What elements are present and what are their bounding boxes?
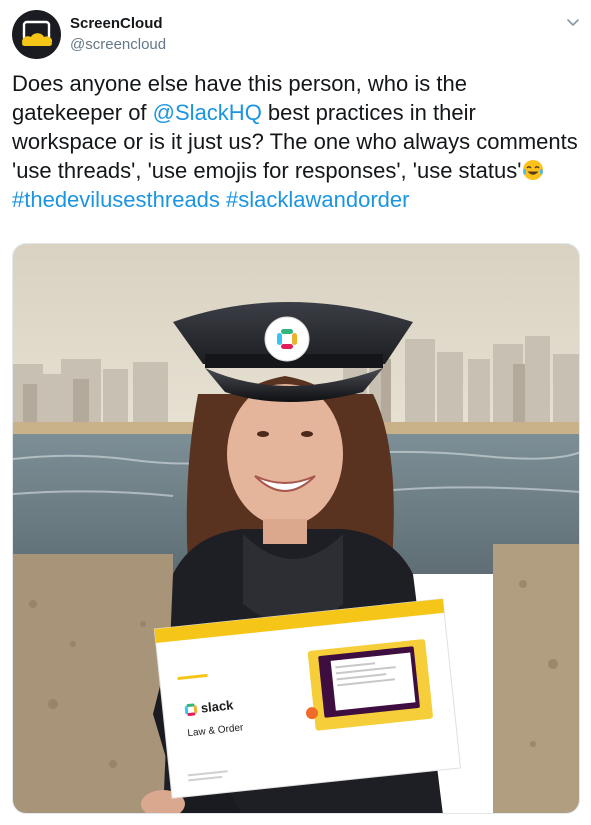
tears-of-joy-emoji-icon xyxy=(522,159,544,181)
tweet-photo[interactable]: slack Law & Order xyxy=(12,243,580,814)
hashtag-link[interactable]: #slacklawandorder xyxy=(226,187,409,212)
avatar[interactable] xyxy=(12,10,61,59)
tweet: ScreenCloud @screencloud Does anyone els… xyxy=(0,0,591,825)
author-name[interactable]: ScreenCloud xyxy=(70,15,163,32)
mention-link[interactable]: @SlackHQ xyxy=(153,100,262,125)
tweet-text: Does anyone else have this person, who i… xyxy=(12,69,580,214)
author-handle[interactable]: @screencloud xyxy=(70,36,166,53)
hashtag-link[interactable]: #thedevilusesthreads xyxy=(12,187,220,212)
screencloud-logo-icon xyxy=(22,20,53,46)
slack-law-order-sign: slack Law & Order xyxy=(153,598,462,799)
chevron-down-icon[interactable] xyxy=(562,12,584,34)
